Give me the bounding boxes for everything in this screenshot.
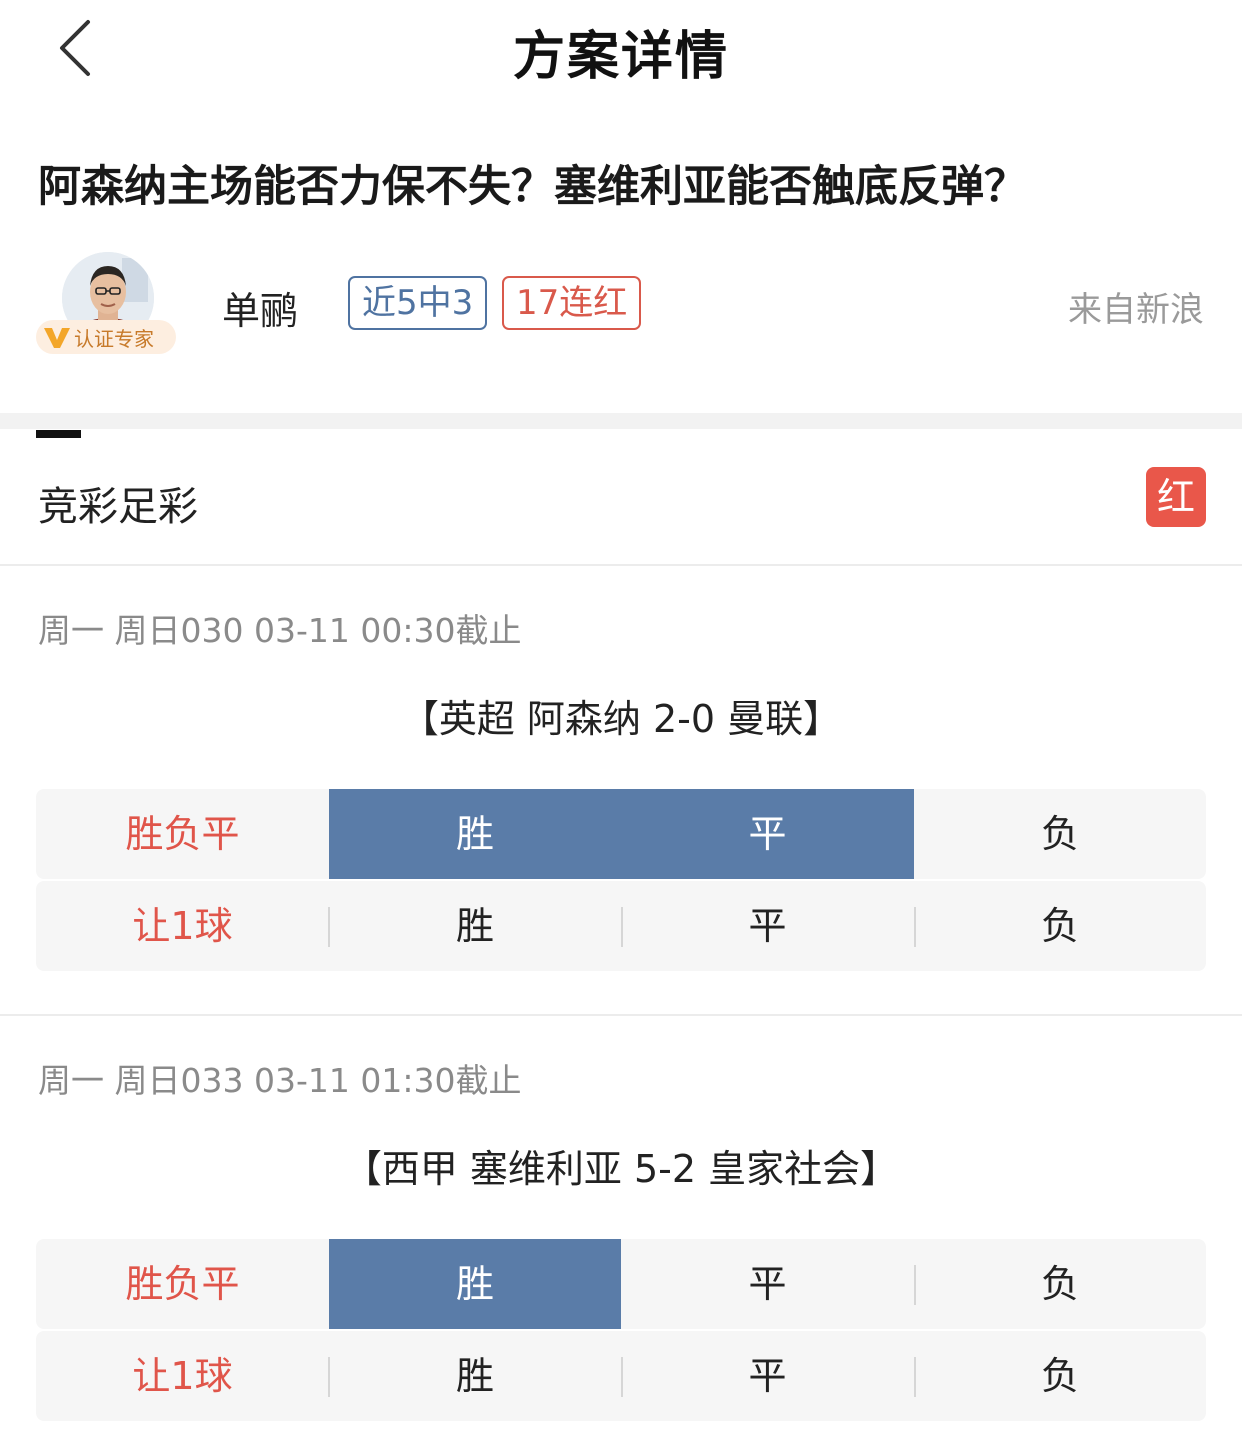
match-meta: 周一 周日030 03-11 00:30截止 bbox=[38, 611, 522, 650]
verified-v-icon bbox=[44, 328, 70, 348]
bet-type-label: 让1球 bbox=[132, 1354, 233, 1398]
option-win[interactable]: 胜 bbox=[329, 1239, 621, 1329]
source-label: 来自新浪 bbox=[1068, 290, 1204, 330]
bet-row-result: 胜负平 胜 平 负 bbox=[36, 1239, 1206, 1329]
certified-expert-badge: 认证专家 bbox=[36, 320, 176, 354]
win-streak-tag: 17连红 bbox=[502, 276, 642, 330]
author-name[interactable]: 单鹂 bbox=[222, 280, 298, 335]
option-win[interactable]: 胜 bbox=[329, 789, 621, 879]
match-meta: 周一 周日033 03-11 01:30截止 bbox=[38, 1061, 522, 1100]
recent-record-tag: 近5中3 bbox=[348, 276, 488, 330]
option-lose[interactable]: 负 bbox=[914, 1239, 1206, 1329]
option-win[interactable]: 胜 bbox=[329, 1331, 621, 1421]
bet-row-handicap: 让1球 胜 平 负 bbox=[36, 881, 1206, 971]
bet-row-result: 胜负平 胜 平 负 bbox=[36, 789, 1206, 879]
divider-line bbox=[0, 564, 1242, 566]
page-title: 方案详情 bbox=[512, 27, 729, 87]
result-badge: 红 bbox=[1146, 467, 1206, 527]
match-title: 【西甲 塞维利亚 5-2 皇家社会】 bbox=[343, 1147, 899, 1191]
article-headline: 阿森纳主场能否力保不失？塞维利亚能否触底反弹？ bbox=[38, 162, 1027, 212]
bet-type-label: 胜负平 bbox=[125, 812, 240, 856]
option-draw[interactable]: 平 bbox=[621, 789, 914, 879]
bet-type-label: 让1球 bbox=[132, 904, 233, 948]
author-block: 认证专家 单鹂 近5中3 17连红 来自新浪 bbox=[0, 244, 1242, 364]
nav-bar: 方案详情 bbox=[0, 0, 1242, 100]
option-lose[interactable]: 负 bbox=[914, 1331, 1206, 1421]
option-draw[interactable]: 平 bbox=[621, 1331, 914, 1421]
section-header: 竞彩足彩 红 bbox=[0, 440, 1242, 564]
bet-row-handicap: 让1球 胜 平 负 bbox=[36, 1331, 1206, 1421]
option-win[interactable]: 胜 bbox=[329, 881, 621, 971]
section-separator bbox=[0, 413, 1242, 429]
tab-indicator bbox=[36, 430, 81, 438]
option-lose[interactable]: 负 bbox=[914, 881, 1206, 971]
option-draw[interactable]: 平 bbox=[621, 1239, 914, 1329]
divider-line bbox=[0, 1014, 1242, 1016]
option-lose[interactable]: 负 bbox=[914, 789, 1206, 879]
match-title: 【英超 阿森纳 2-0 曼联】 bbox=[400, 697, 842, 741]
bet-type-label: 胜负平 bbox=[125, 1262, 240, 1306]
option-draw[interactable]: 平 bbox=[621, 881, 914, 971]
certified-expert-label: 认证专家 bbox=[74, 326, 154, 351]
section-title: 竞彩足彩 bbox=[38, 484, 198, 530]
